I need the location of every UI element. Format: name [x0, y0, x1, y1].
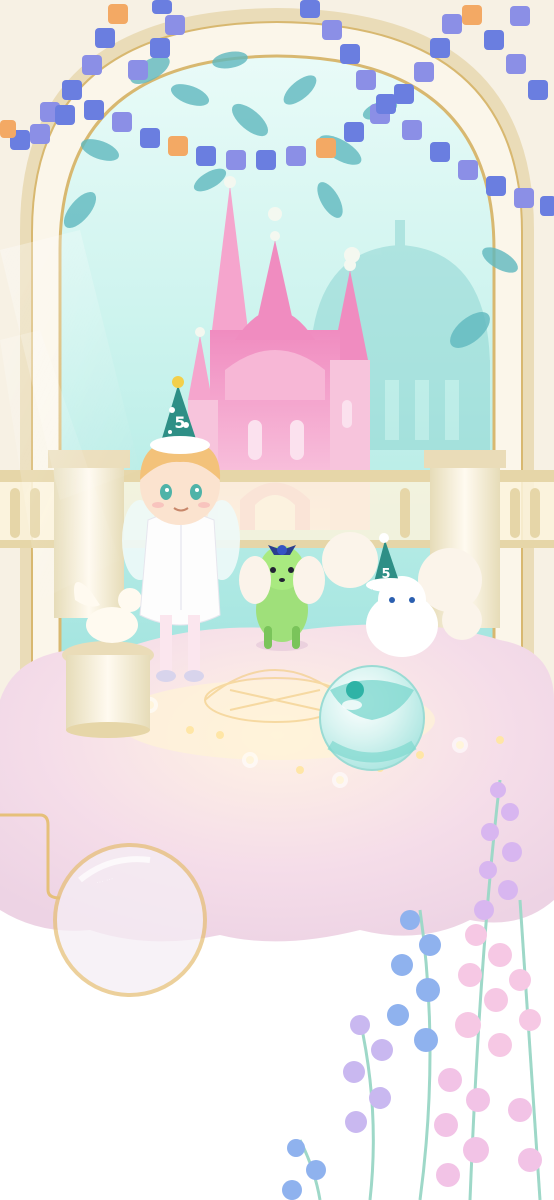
beach-ball[interactable]: [319, 665, 425, 771]
pet-hat-number: 5: [381, 567, 390, 582]
avatar-hat-number: 5: [174, 413, 185, 432]
game-scene: 5 5: [0, 0, 554, 1200]
